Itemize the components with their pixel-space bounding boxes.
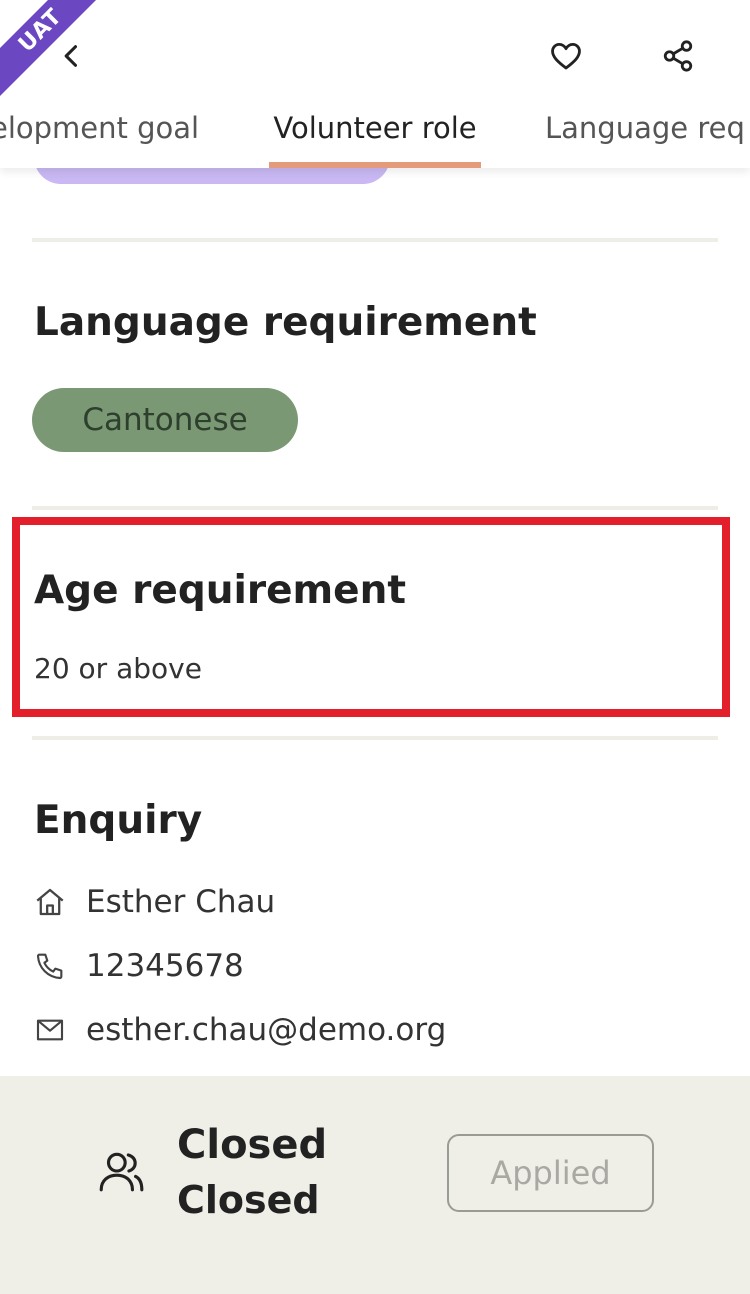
favorite-button[interactable] (542, 32, 590, 80)
heart-icon (551, 42, 581, 70)
back-button[interactable] (48, 32, 96, 80)
people-icon (96, 1146, 146, 1196)
share-button[interactable] (654, 32, 702, 80)
tab-label: Volunteer role (273, 111, 477, 145)
section-divider (32, 238, 718, 242)
email-address[interactable]: esther.chau@demo.org (86, 1012, 446, 1048)
language-requirement-title: Language requirement (34, 300, 537, 345)
tab-development-goal[interactable]: elopment goal (0, 100, 199, 168)
age-requirement-title: Age requirement (34, 568, 407, 613)
age-requirement-value: 20 or above (34, 652, 202, 685)
mail-icon (32, 1012, 68, 1048)
section-tabs: elopment goal Volunteer role Language re… (0, 100, 750, 168)
status-label: Closed (177, 1122, 328, 1168)
tab-label: elopment goal (0, 111, 200, 145)
email-row[interactable]: esther.chau@demo.org (32, 1006, 446, 1054)
highlight-box (12, 517, 730, 717)
phone-number[interactable]: 12345678 (86, 948, 244, 984)
home-icon (32, 884, 68, 920)
applied-button[interactable]: Applied (447, 1134, 654, 1212)
tab-language-requirement[interactable]: Language req (545, 100, 745, 168)
chevron-left-icon (64, 45, 78, 67)
tab-volunteer-role[interactable]: Volunteer role (269, 100, 481, 168)
share-icon (663, 40, 693, 72)
contact-name: Esther Chau (86, 884, 276, 920)
tab-label: Language req (545, 111, 745, 145)
phone-row[interactable]: 12345678 (32, 942, 244, 990)
language-chip: Cantonese (32, 388, 298, 452)
app-header: UAT elopment goal Volunteer role Languag… (0, 0, 750, 168)
phone-icon (32, 948, 68, 984)
active-tab-indicator (269, 162, 481, 168)
enquiry-title: Enquiry (34, 798, 203, 843)
contact-name-row: Esther Chau (32, 878, 275, 926)
section-divider (32, 506, 718, 510)
status-sublabel: Closed (177, 1178, 320, 1222)
section-divider (32, 736, 718, 740)
